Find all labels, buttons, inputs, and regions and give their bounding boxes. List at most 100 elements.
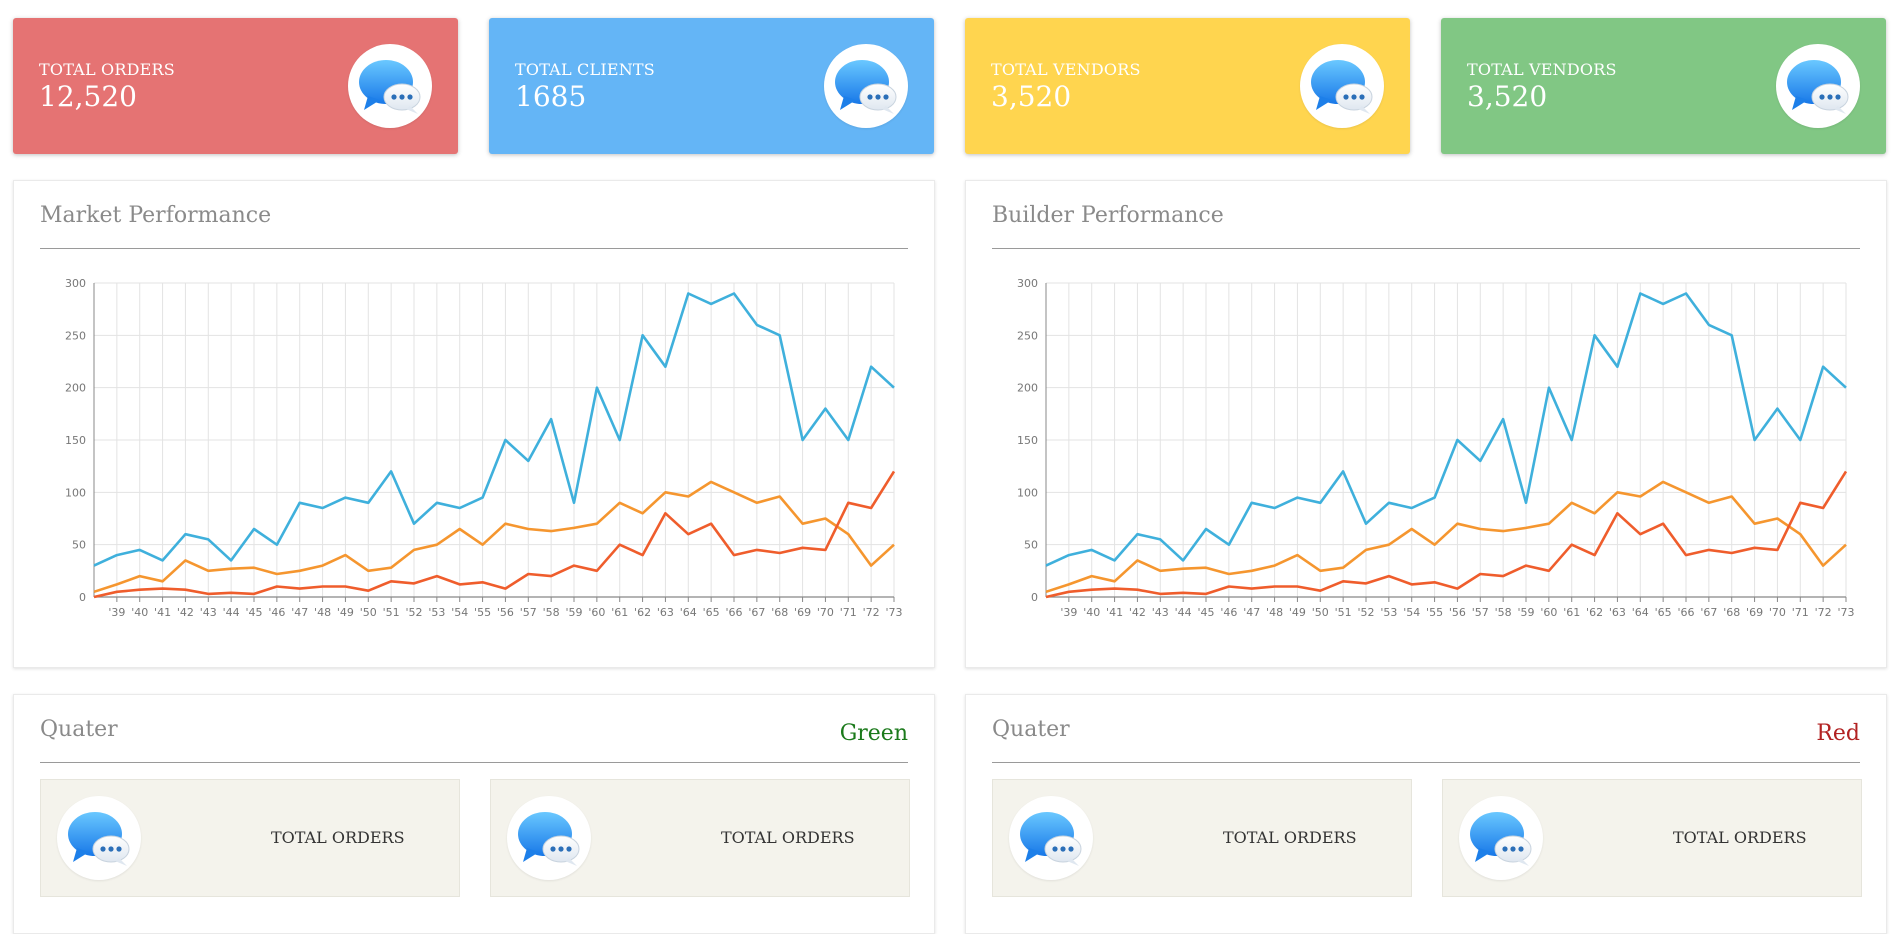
x-tick-label: '65 bbox=[1655, 606, 1672, 619]
x-tick-label: '55 bbox=[474, 606, 491, 619]
x-tick-label: '46 bbox=[1220, 606, 1237, 619]
x-tick-label: '47 bbox=[1243, 606, 1260, 619]
x-tick-label: '43 bbox=[1152, 606, 1169, 619]
x-tick-label: '50 bbox=[360, 606, 377, 619]
x-tick-label: '62 bbox=[1586, 606, 1603, 619]
x-tick-label: '48 bbox=[314, 606, 331, 619]
x-tick-label: '60 bbox=[1540, 606, 1557, 619]
x-tick-label: '51 bbox=[383, 606, 400, 619]
mini-stat-label: TOTAL ORDERS bbox=[1223, 828, 1357, 847]
x-tick-label: '47 bbox=[291, 606, 308, 619]
x-tick-label: '44 bbox=[223, 606, 240, 619]
stat-value: 12,520 bbox=[39, 80, 137, 113]
mini-stat-label: TOTAL ORDERS bbox=[271, 828, 405, 847]
stat-label: TOTAL CLIENTS bbox=[515, 60, 655, 79]
x-tick-label: '49 bbox=[337, 606, 354, 619]
y-tick-label: 250 bbox=[1017, 329, 1038, 342]
mini-stat-card[interactable]: TOTAL ORDERS bbox=[1442, 779, 1862, 897]
x-tick-label: '70 bbox=[817, 606, 834, 619]
x-tick-label: '73 bbox=[885, 606, 902, 619]
x-tick-label: '45 bbox=[245, 606, 262, 619]
panel-title: Quater bbox=[992, 717, 1070, 742]
builder-performance-chart: 0 50 100 150 200 250 300 '39 '40 '41 '42 '43 '44 '45 '… bbox=[1017, 277, 1855, 619]
stat-value: 1685 bbox=[515, 80, 587, 113]
x-tick-label: '41 bbox=[1106, 606, 1123, 619]
divider bbox=[992, 762, 1860, 763]
y-tick-label: 300 bbox=[65, 277, 86, 290]
x-tick-label: '41 bbox=[154, 606, 171, 619]
x-tick-label: '60 bbox=[588, 606, 605, 619]
y-tick-label: 100 bbox=[1017, 486, 1038, 499]
y-tick-label: 200 bbox=[1017, 382, 1038, 395]
x-tick-label: '42 bbox=[177, 606, 194, 619]
x-tick-label: '50 bbox=[1312, 606, 1329, 619]
x-tick-label: '52 bbox=[1357, 606, 1374, 619]
x-tick-label: '58 bbox=[543, 606, 560, 619]
x-tick-label: '72 bbox=[1815, 606, 1832, 619]
chat-bubble-icon bbox=[824, 44, 908, 128]
stat-value: 3,520 bbox=[1467, 80, 1548, 113]
series-line-2 bbox=[93, 480, 895, 594]
market-performance-panel: Market Performance 0 50 100 150 200 250 300 '39… bbox=[13, 180, 935, 668]
x-tick-label: '66 bbox=[725, 606, 742, 619]
chat-bubble-icon bbox=[1459, 796, 1543, 880]
stat-label: TOTAL VENDORS bbox=[991, 60, 1141, 79]
x-tick-label: '59 bbox=[1517, 606, 1534, 619]
x-tick-label: '40 bbox=[131, 606, 148, 619]
stat-card-total-vendors-2[interactable]: TOTAL VENDORS 3,520 bbox=[1441, 18, 1886, 154]
x-tick-label: '43 bbox=[200, 606, 217, 619]
x-tick-label: '44 bbox=[1175, 606, 1192, 619]
chat-bubble-icon bbox=[1776, 44, 1860, 128]
y-tick-label: 200 bbox=[65, 382, 86, 395]
x-tick-label: '48 bbox=[1266, 606, 1283, 619]
x-tick-label: '45 bbox=[1197, 606, 1214, 619]
x-tick-label: '39 bbox=[108, 606, 125, 619]
panel-title: Builder Performance bbox=[992, 203, 1224, 228]
x-tick-label: '69 bbox=[794, 606, 811, 619]
builder-performance-panel: Builder Performance 0 50 100 150 200 250 300 '3… bbox=[965, 180, 1887, 668]
x-tick-label: '61 bbox=[611, 606, 628, 619]
chat-bubble-icon bbox=[57, 796, 141, 880]
divider bbox=[40, 248, 908, 249]
x-tick-label: '61 bbox=[1563, 606, 1580, 619]
panel-title: Quater bbox=[40, 717, 118, 742]
stat-label: TOTAL VENDORS bbox=[1467, 60, 1617, 79]
divider bbox=[992, 248, 1860, 249]
x-tick-label: '64 bbox=[1632, 606, 1649, 619]
stat-label: TOTAL ORDERS bbox=[39, 60, 175, 79]
y-tick-label: 50 bbox=[72, 539, 86, 552]
x-tick-label: '59 bbox=[565, 606, 582, 619]
x-tick-label: '53 bbox=[1380, 606, 1397, 619]
quarter-panel-right: Quater Red TOTAL ORDERS TOTAL ORDERS bbox=[965, 694, 1887, 934]
mini-stat-card[interactable]: TOTAL ORDERS bbox=[490, 779, 910, 897]
x-tick-label: '49 bbox=[1289, 606, 1306, 619]
series-line-2 bbox=[1045, 480, 1847, 594]
x-tick-label: '46 bbox=[268, 606, 285, 619]
x-tick-label: '67 bbox=[1700, 606, 1717, 619]
x-tick-label: '66 bbox=[1677, 606, 1694, 619]
x-tick-label: '55 bbox=[1426, 606, 1443, 619]
quarter-panel-left: Quater Green TOTAL ORDERS TOTAL ORDERS bbox=[13, 694, 935, 934]
x-tick-label: '65 bbox=[703, 606, 720, 619]
x-tick-label: '64 bbox=[680, 606, 697, 619]
x-tick-label: '40 bbox=[1083, 606, 1100, 619]
x-tick-label: '62 bbox=[634, 606, 651, 619]
x-tick-label: '68 bbox=[771, 606, 788, 619]
market-performance-chart: 0 50 100 150 200 250 300 '39 '40 '41 '42 '43 '44 '45 '… bbox=[65, 277, 903, 619]
stat-card-total-vendors[interactable]: TOTAL VENDORS 3,520 bbox=[965, 18, 1410, 154]
stat-card-total-clients[interactable]: TOTAL CLIENTS 1685 bbox=[489, 18, 934, 154]
x-tick-label: '67 bbox=[748, 606, 765, 619]
y-tick-label: 150 bbox=[65, 434, 86, 447]
stat-value: 3,520 bbox=[991, 80, 1072, 113]
divider bbox=[40, 762, 908, 763]
x-tick-label: '51 bbox=[1335, 606, 1352, 619]
status-tag: Green bbox=[839, 721, 908, 746]
x-tick-label: '68 bbox=[1723, 606, 1740, 619]
mini-stat-card[interactable]: TOTAL ORDERS bbox=[992, 779, 1412, 897]
chat-bubble-icon bbox=[507, 796, 591, 880]
mini-stat-card[interactable]: TOTAL ORDERS bbox=[40, 779, 460, 897]
x-tick-label: '63 bbox=[1609, 606, 1626, 619]
y-tick-label: 300 bbox=[1017, 277, 1038, 290]
y-tick-label: 250 bbox=[65, 329, 86, 342]
stat-card-total-orders[interactable]: TOTAL ORDERS 12,520 bbox=[13, 18, 458, 154]
